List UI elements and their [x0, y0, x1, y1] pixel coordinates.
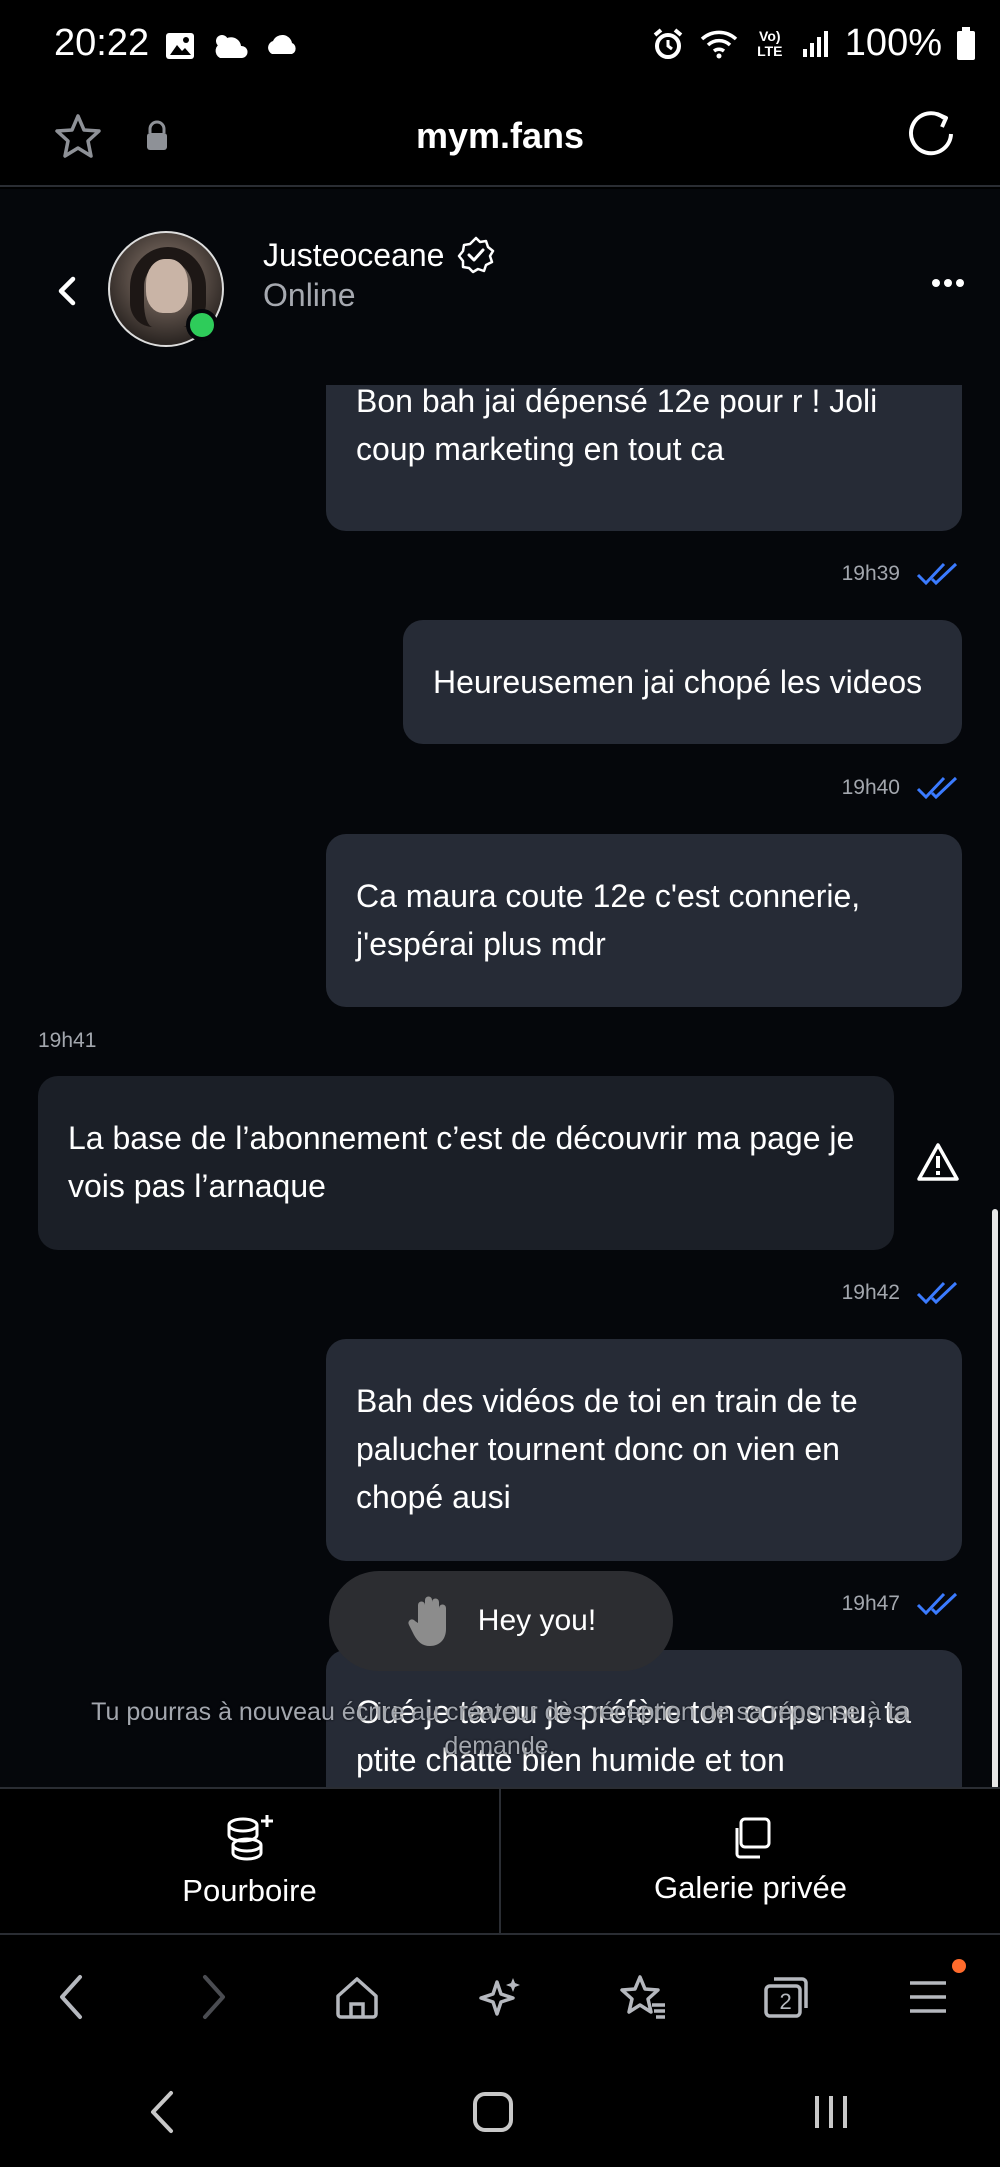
raised-hand-icon — [408, 1596, 446, 1646]
message-bubble-outgoing[interactable]: Ca maura coute 12e c'est connerie, j'esp… — [326, 834, 962, 1007]
coins-plus-icon — [227, 1815, 273, 1861]
gallery-copy-icon — [735, 1817, 770, 1859]
more-options-icon[interactable] — [930, 275, 966, 291]
message-bubble-outgoing[interactable]: Heureusemen jai chopé les videos — [403, 620, 962, 744]
forward-arrow-icon — [203, 1975, 226, 2019]
status-time: 20:22 — [54, 22, 150, 64]
read-double-check-icon — [916, 776, 958, 800]
verified-badge-icon — [458, 236, 495, 274]
scrollbar[interactable] — [992, 1209, 998, 1787]
home-icon — [336, 1977, 378, 2019]
system-navigation-bar — [0, 2057, 1000, 2167]
status-bar: 20:22 Vo) LTE 100% — [0, 0, 1000, 95]
battery-icon — [957, 26, 975, 60]
private-gallery-button[interactable]: Galerie privée — [499, 1789, 1000, 1933]
sparkle-icon — [479, 1978, 520, 2016]
browser-home-button[interactable] — [317, 1957, 397, 2037]
browser-tabs-button[interactable]: 2 — [746, 1957, 826, 2037]
chat-panel: Justeoceane Online Bon bah jai dépensé 1… — [0, 189, 1000, 1787]
hamburger-menu-icon — [910, 1981, 947, 2013]
tab-count: 2 — [779, 1989, 792, 2014]
system-back-icon[interactable] — [147, 2089, 177, 2135]
battery-percent: 100% — [844, 22, 942, 64]
username[interactable]: Justeoceane — [263, 237, 444, 274]
back-chevron-icon[interactable] — [52, 271, 82, 311]
message-text: Bon bah jai dépensé 12e pour r ! Joli co… — [356, 383, 878, 467]
report-warning-icon[interactable] — [916, 1142, 960, 1182]
status-right: Vo) LTE 100% — [651, 22, 976, 65]
system-home-icon[interactable] — [471, 2090, 515, 2134]
read-double-check-icon — [916, 1592, 958, 1616]
message-text: Ca maura coute 12e c'est connerie, j'esp… — [356, 878, 861, 962]
read-double-check-icon — [916, 1281, 958, 1305]
message-time: 19h47 — [841, 1592, 900, 1615]
online-indicator — [186, 309, 218, 341]
message-meta: 19h47 — [842, 1591, 960, 1617]
chat-header: Justeoceane Online — [0, 189, 1000, 385]
chat-action-bar: Pourboire Galerie privée — [0, 1787, 1000, 1935]
browser-forward-button[interactable] — [174, 1957, 254, 2037]
reply-pending-notice: Tu pourras à nouveau écrire au créateur … — [91, 1698, 909, 1760]
message-meta: 19h39 — [842, 561, 960, 587]
message-bubble-incoming[interactable]: La base de l’abonnement c’est de découvr… — [38, 1076, 894, 1250]
bookmarks-star-icon — [620, 1975, 665, 2019]
message-meta: 19h41 — [38, 1029, 96, 1053]
notification-dot — [952, 1959, 967, 1973]
tip-button[interactable]: Pourboire — [0, 1789, 499, 1933]
back-arrow-icon — [60, 1975, 83, 2019]
message-time: 19h41 — [38, 1029, 97, 1052]
message-time: 19h42 — [841, 1281, 900, 1304]
wifi-icon — [700, 30, 737, 58]
message-text: Heureusemen jai chopé les videos — [433, 664, 923, 700]
message-time: 19h39 — [841, 562, 900, 585]
message-text: Bah des vidéos de toi en train de te pal… — [356, 1383, 858, 1515]
tip-label: Pourboire — [182, 1873, 317, 1908]
cloud-icon — [268, 34, 296, 54]
message-meta: 19h42 — [842, 1280, 960, 1306]
network-type-label: Vo) LTE — [757, 27, 783, 59]
username-row: Justeoceane — [263, 235, 496, 275]
alarm-icon — [653, 27, 683, 59]
wave-toast[interactable]: Hey you! — [329, 1571, 673, 1671]
gallery-notification-icon — [166, 33, 194, 59]
browser-back-button[interactable] — [31, 1957, 111, 2037]
browser-menu-button[interactable] — [888, 1957, 968, 2037]
read-double-check-icon — [916, 562, 958, 586]
browser-bookmarks-button[interactable] — [603, 1957, 683, 2037]
weather-icon — [215, 35, 248, 58]
url-text[interactable]: mym.fans — [0, 115, 1000, 157]
reload-icon[interactable] — [904, 107, 958, 161]
toast-text: Hey you! — [477, 1604, 597, 1637]
browser-ai-button[interactable] — [460, 1957, 540, 2037]
message-text: La base de l’abonnement c’est de découvr… — [68, 1120, 855, 1204]
message-bubble-outgoing[interactable]: Bah des vidéos de toi en train de te pal… — [326, 1339, 962, 1561]
status-notification-icons — [164, 30, 300, 62]
presence-status: Online — [263, 277, 356, 313]
message-meta: 19h40 — [842, 775, 960, 801]
private-gallery-label: Galerie privée — [654, 1870, 847, 1905]
browser-toolbar: 2 — [0, 1937, 1000, 2057]
system-recents-icon[interactable] — [809, 2092, 853, 2132]
signal-icon — [802, 30, 828, 57]
message-time: 19h40 — [841, 776, 900, 799]
browser-address-bar: mym.fans — [0, 95, 1000, 187]
